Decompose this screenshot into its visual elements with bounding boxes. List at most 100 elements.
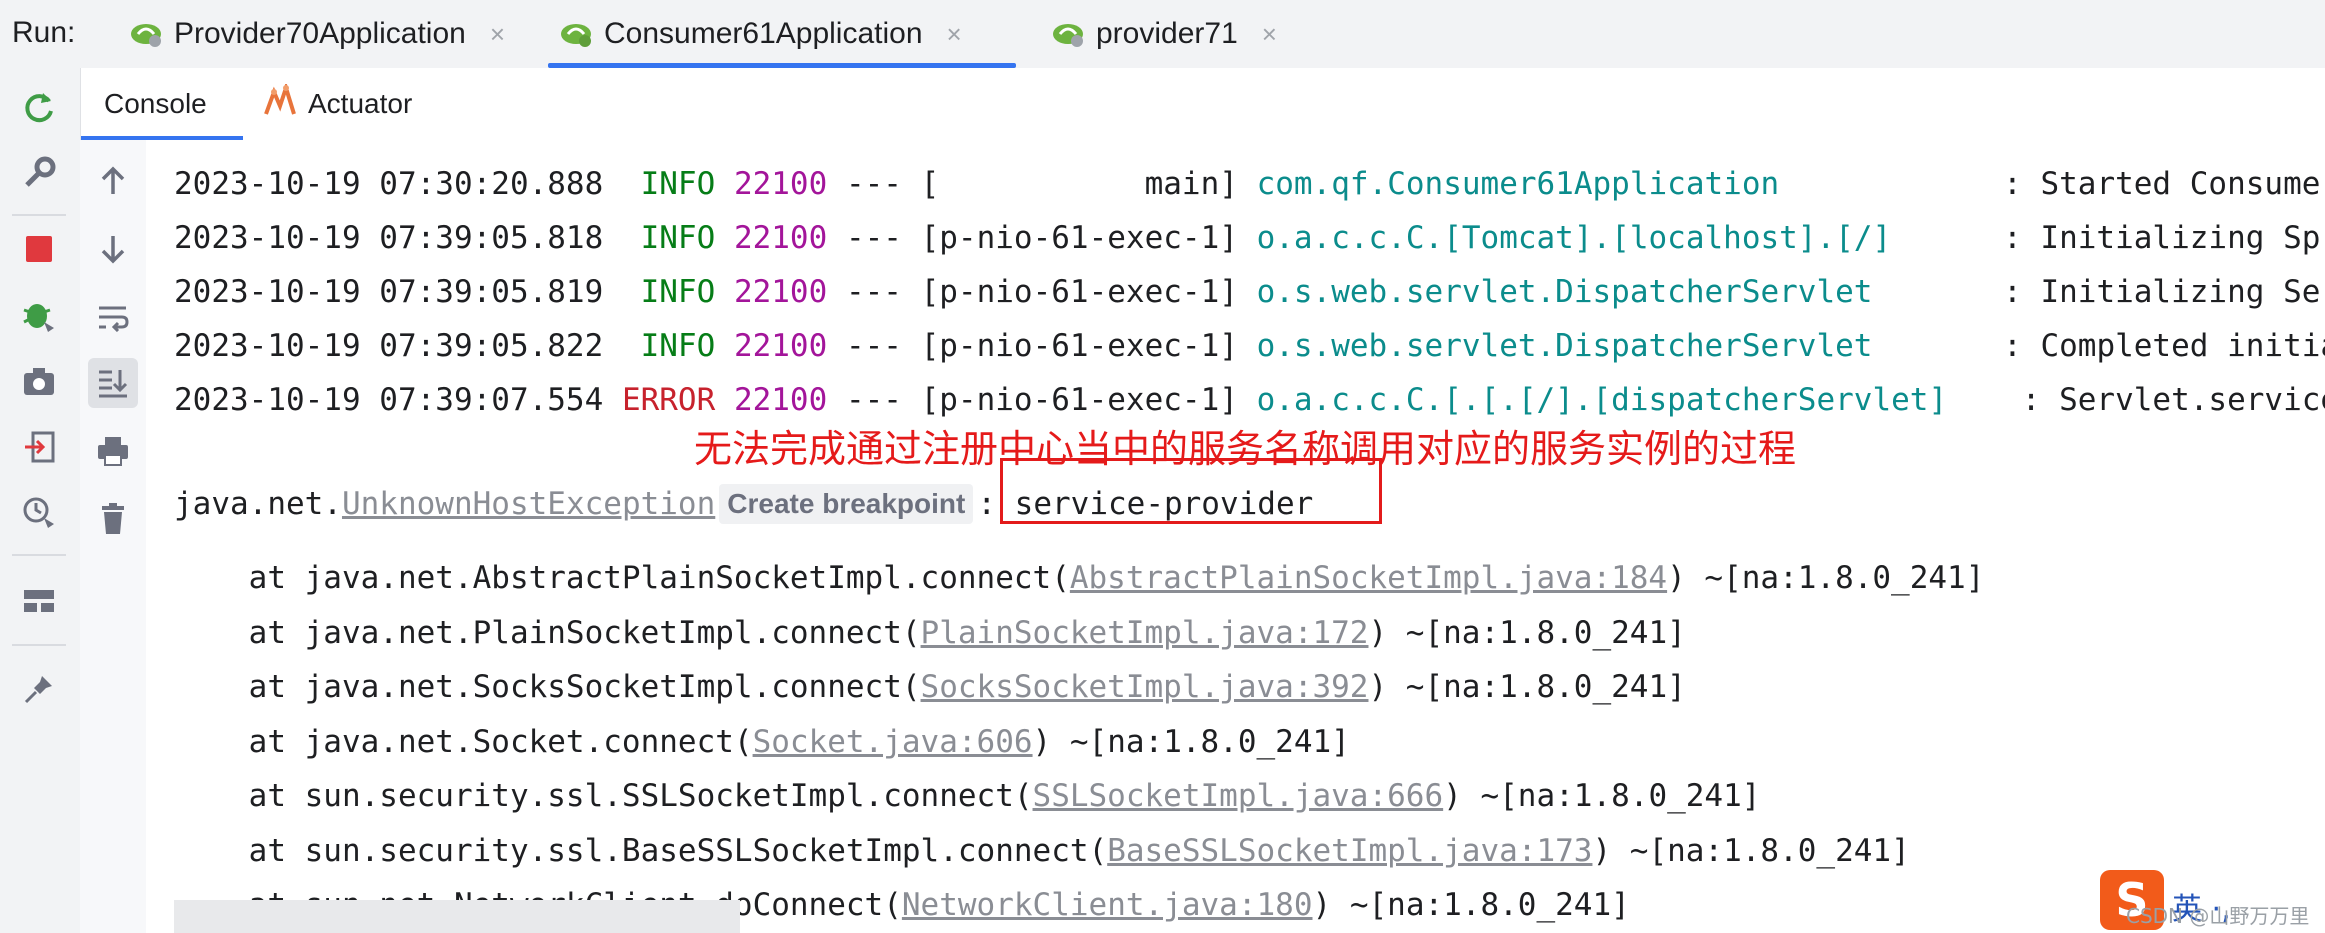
- run-tab-provider71[interactable]: provider71 ×: [1040, 0, 1287, 68]
- spring-boot-app-icon: [128, 19, 164, 49]
- log-message: : Completed initialization: [2003, 328, 2325, 364]
- run-actions-toolbar: [0, 68, 81, 933]
- trash-icon[interactable]: [88, 494, 138, 544]
- horizontal-scrollbar[interactable]: [174, 900, 740, 933]
- pin-icon[interactable]: [14, 664, 64, 714]
- log-message: : Started Consumer61Application: [2003, 166, 2325, 202]
- log-line: 2023-10-19 07:39:05.819 INFO 22100 --- […: [174, 272, 2325, 312]
- log-pid: 22100: [733, 166, 828, 202]
- exception-prefix: java.net.: [174, 486, 342, 522]
- exit-icon[interactable]: [14, 422, 64, 472]
- stack-frame-tail: ) ~[na:1.8.0_241]: [1368, 669, 1686, 705]
- stack-frame: at java.net.Socket.connect(Socket.java:6…: [174, 722, 1350, 762]
- log-line: 2023-10-19 07:39:05.818 INFO 22100 --- […: [174, 218, 2325, 258]
- spring-boot-app-icon: [1050, 19, 1086, 49]
- layout-icon[interactable]: [14, 576, 64, 626]
- tab-actuator-label: Actuator: [308, 88, 413, 119]
- log-padding: [1872, 328, 2003, 364]
- tab-actuator[interactable]: Actuator: [262, 68, 412, 140]
- down-arrow-icon[interactable]: [88, 224, 138, 274]
- stop-icon[interactable]: [14, 224, 64, 274]
- log-level: INFO: [621, 220, 716, 256]
- log-message: : Servlet.service(): [2021, 382, 2325, 418]
- log-logger: o.a.c.c.C.[Tomcat].[localhost].[/]: [1256, 220, 1892, 256]
- log-level: INFO: [621, 328, 716, 364]
- debug-icon[interactable]: [14, 290, 64, 340]
- stack-frame-source-link[interactable]: AbstractPlainSocketImpl.java:184: [1070, 560, 1667, 596]
- stack-frame: at sun.security.ssl.BaseSSLSocketImpl.co…: [174, 831, 1910, 871]
- scroll-to-end-icon[interactable]: [88, 358, 138, 408]
- close-icon[interactable]: ×: [490, 19, 505, 50]
- run-tab-label: provider71: [1096, 17, 1238, 50]
- stack-frame-tail: ) ~[na:1.8.0_241]: [1368, 614, 1686, 651]
- log-separator: ---: [845, 328, 902, 364]
- log-message: : Initializing Spring: [2003, 220, 2325, 256]
- restore-icon[interactable]: [14, 488, 64, 538]
- log-level: INFO: [621, 166, 716, 202]
- watermark: CSDN @山野万万里: [2126, 904, 2310, 928]
- log-pid: 22100: [733, 220, 828, 256]
- log-thread: [p-nio-61-exec-1]: [920, 220, 1238, 256]
- log-line: 2023-10-19 07:39:05.822 INFO 22100 --- […: [174, 326, 2325, 366]
- stack-frame-source-link[interactable]: BaseSSLSocketImpl.java:173: [1107, 833, 1592, 869]
- stack-frame-method: at java.net.Socket.connect(: [174, 723, 753, 760]
- run-tab-provider70[interactable]: Provider70Application ×: [118, 0, 515, 68]
- stack-frame: at java.net.AbstractPlainSocketImpl.conn…: [174, 558, 1985, 598]
- stack-frame-source-link[interactable]: SSLSocketImpl.java:666: [1033, 778, 1444, 814]
- spring-boot-app-icon: [558, 19, 594, 49]
- log-padding: [1947, 382, 2022, 418]
- stack-frame-tail: ) ~[na:1.8.0_241]: [1667, 560, 1985, 596]
- log-thread: [p-nio-61-exec-1]: [920, 274, 1238, 310]
- create-breakpoint-button[interactable]: Create breakpoint: [719, 484, 974, 524]
- run-tool-window-header: Run: Provider70Application × Consumer61A…: [0, 0, 2325, 69]
- camera-icon[interactable]: [14, 356, 64, 406]
- stack-frame-method: at sun.security.ssl.BaseSSLSocketImpl.co…: [174, 832, 1108, 869]
- stack-frame-source-link[interactable]: NetworkClient.java:180: [902, 887, 1313, 923]
- tab-console[interactable]: Console: [80, 68, 243, 140]
- stack-frame-tail: ) ~[na:1.8.0_241]: [1312, 887, 1630, 923]
- log-pid: 22100: [733, 274, 828, 310]
- log-separator: ---: [845, 274, 902, 310]
- actuator-icon: [262, 80, 298, 125]
- log-timestamp: 2023-10-19 07:39:07.554: [174, 382, 604, 418]
- log-thread: [p-nio-61-exec-1]: [920, 382, 1238, 418]
- stack-frame-tail: ) ~[na:1.8.0_241]: [1592, 832, 1910, 869]
- log-separator: ---: [845, 220, 902, 256]
- stack-frame-source-link[interactable]: PlainSocketImpl.java:172: [921, 615, 1369, 651]
- stack-frame: at java.net.SocksSocketImpl.connect(Sock…: [174, 667, 1686, 707]
- log-line: 2023-10-19 07:30:20.888 INFO 22100 --- […: [174, 164, 2325, 204]
- log-timestamp: 2023-10-19 07:39:05.822: [174, 328, 604, 364]
- log-logger: o.s.web.servlet.DispatcherServlet: [1256, 274, 1873, 310]
- exception-message: : service-provider: [977, 486, 1314, 522]
- soft-wrap-icon[interactable]: [88, 292, 138, 342]
- stack-frame-method: at java.net.SocksSocketImpl.connect(: [174, 669, 921, 705]
- exception-line: java.net.UnknownHostException Create brea…: [174, 484, 1313, 524]
- up-arrow-icon[interactable]: [88, 156, 138, 206]
- log-level: INFO: [621, 274, 716, 310]
- log-thread: [p-nio-61-exec-1]: [920, 328, 1238, 364]
- close-icon[interactable]: ×: [1262, 19, 1277, 50]
- stack-frame-source-link[interactable]: SocksSocketImpl.java:392: [921, 669, 1369, 705]
- run-label: Run:: [12, 16, 76, 49]
- tab-console-label: Console: [104, 88, 207, 119]
- console-output[interactable]: 2023-10-19 07:30:20.888 INFO 22100 --- […: [146, 140, 2325, 933]
- stack-frame: at sun.security.ssl.SSLSocketImpl.connec…: [174, 776, 1761, 816]
- log-logger: com.qf.Consumer61Application: [1256, 166, 1780, 202]
- wrench-icon[interactable]: [14, 148, 64, 198]
- exception-class-link[interactable]: UnknownHostException: [342, 486, 715, 522]
- print-icon[interactable]: [88, 426, 138, 476]
- run-tab-label: Provider70Application: [174, 17, 466, 50]
- stack-frame-method: at sun.security.ssl.SSLSocketImpl.connec…: [174, 778, 1033, 814]
- log-logger: o.s.web.servlet.DispatcherServlet: [1256, 328, 1873, 364]
- stack-frame-method: at java.net.AbstractPlainSocketImpl.conn…: [174, 560, 1070, 596]
- run-tab-consumer61[interactable]: Consumer61Application ×: [548, 0, 1016, 68]
- log-line: 2023-10-19 07:39:07.554 ERROR 22100 --- …: [174, 380, 2325, 420]
- log-pid: 22100: [733, 382, 828, 418]
- log-padding: [1779, 166, 2003, 202]
- close-icon[interactable]: ×: [947, 19, 962, 50]
- rerun-icon[interactable]: [14, 82, 64, 132]
- console-tabs-bar: Console Actuator: [80, 68, 2325, 141]
- stack-frame-source-link[interactable]: Socket.java:606: [753, 724, 1033, 760]
- log-separator: ---: [845, 166, 902, 202]
- log-level: ERROR: [621, 382, 716, 418]
